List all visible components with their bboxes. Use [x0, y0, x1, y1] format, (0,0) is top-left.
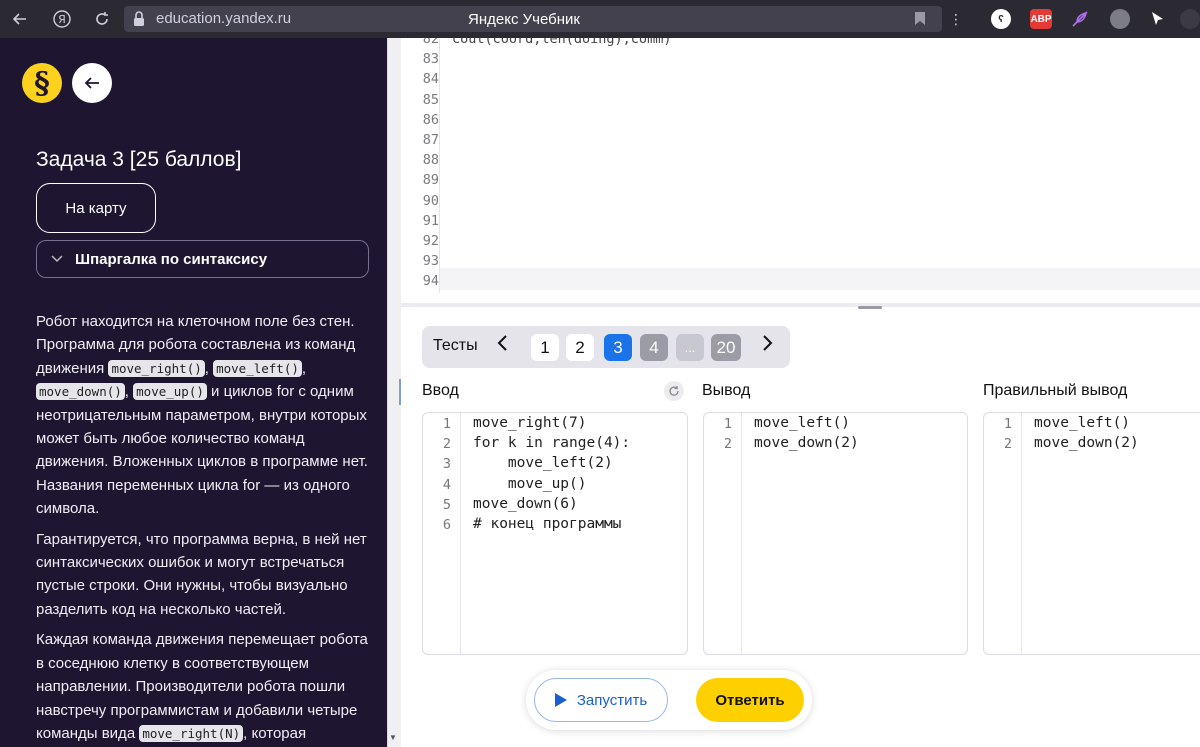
code-line: cout(coord,len(doing),comm)	[452, 38, 672, 47]
chevron-left-icon[interactable]	[496, 333, 508, 359]
line-number: 93	[422, 253, 439, 270]
task-description: Робот находится на клеточном поле без ст…	[36, 310, 371, 747]
svg-text:Я: Я	[58, 13, 66, 26]
code-snippet: move_down()	[36, 383, 125, 401]
line-number: 5	[442, 496, 451, 513]
chevron-right-icon[interactable]	[762, 333, 774, 359]
line-number: 87	[422, 132, 439, 148]
logo-icon[interactable]: §	[22, 63, 62, 103]
reload-icon[interactable]	[90, 7, 114, 31]
line-number: 4	[442, 476, 451, 493]
code-line: move_down(2)	[1034, 435, 1139, 452]
paragraph: Робот находится на клеточном поле без ст…	[36, 313, 368, 518]
code-line: move_left()	[754, 415, 851, 431]
correct-output-box[interactable]: 1 move_left() 2 move_down(2)	[983, 412, 1200, 655]
adblock-icon[interactable]: ABP	[1030, 9, 1052, 29]
test-button-2[interactable]: 2	[566, 334, 594, 361]
test-button-ellipsis[interactable]: ...	[676, 334, 704, 361]
answer-button[interactable]: Ответить	[696, 678, 804, 722]
input-box[interactable]: 1 move_right(7) 2 for k in range(4): 3 move_…	[422, 412, 688, 655]
refresh-icon[interactable]	[664, 381, 684, 401]
code-snippet: move_right()	[108, 359, 205, 377]
test-button-4[interactable]: 4	[640, 334, 668, 361]
back-button[interactable]	[72, 63, 112, 103]
code-snippet: move_left()	[213, 359, 302, 377]
run-button[interactable]: Запустить	[534, 678, 668, 722]
code-line: move_down(6)	[473, 495, 578, 512]
gutter-divider	[439, 38, 440, 293]
line-number: 3	[442, 456, 451, 473]
arrow-left-icon	[84, 77, 99, 89]
line-number: 6	[442, 517, 451, 533]
focus-indicator	[399, 379, 401, 405]
resize-handle[interactable]	[858, 306, 882, 309]
line-number: 89	[422, 172, 439, 189]
code-snippet: move_up()	[133, 383, 207, 401]
line-number: 1	[1003, 416, 1012, 432]
back-arrow-icon[interactable]	[8, 7, 32, 31]
feather-icon[interactable]	[1070, 9, 1090, 29]
workspace: cout(coord,len(doing),comm) 82 83 84 85 86 87…	[401, 38, 1200, 747]
input-title: Ввод	[422, 382, 459, 399]
yandex-browser-icon[interactable]: Я	[50, 7, 74, 31]
test-button-3[interactable]: 3	[604, 334, 632, 361]
line-number: 2	[442, 436, 451, 453]
code-line: for k in range(4):	[473, 435, 631, 452]
editor-divider[interactable]	[401, 303, 1200, 307]
play-icon	[554, 693, 567, 707]
paragraph: Каждая команда движения перемещает робот…	[36, 631, 368, 742]
line-number: 86	[422, 111, 439, 128]
line-number: 1	[442, 416, 451, 432]
run-label: Запустить	[576, 691, 648, 709]
test-button-20[interactable]: 20	[711, 334, 741, 361]
line-number: 94	[422, 273, 439, 290]
code-line: # конец программы	[473, 516, 622, 532]
code-line: move_left()	[1034, 415, 1131, 431]
tests-bar: Тесты 1 2 3 4 ... 20	[422, 326, 790, 368]
line-number: 90	[422, 192, 439, 209]
line-number: 2	[723, 436, 732, 453]
tests-label: Тесты	[433, 337, 478, 354]
cheatsheet-label: Шпаргалка по синтаксису	[75, 250, 268, 268]
code-editor[interactable]: cout(coord,len(doing),comm) 82 83 84 85 86 87…	[401, 38, 1200, 293]
task-title: Задача 3 [25 баллов]	[36, 148, 242, 171]
line-number: 82	[422, 38, 439, 47]
line-number: 91	[422, 212, 439, 229]
line-number: 85	[422, 91, 439, 108]
line-number: 92	[422, 233, 439, 249]
cursor-icon[interactable]	[1148, 9, 1168, 29]
extension-circle-icon[interactable]: ʕ	[991, 9, 1011, 29]
code-line: move_left(2)	[473, 455, 613, 472]
line-number: 84	[422, 71, 439, 88]
output-box[interactable]: 1 move_left() 2 move_down(2)	[703, 412, 968, 655]
line-number: 88	[422, 152, 439, 169]
code-line: move_down(2)	[754, 435, 859, 452]
syntax-cheatsheet-toggle[interactable]: Шпаргалка по синтаксису	[36, 240, 369, 278]
page-title-tab: Яндекс Учебник	[468, 11, 580, 28]
extension-gray-icon[interactable]	[1110, 9, 1130, 29]
to-map-button[interactable]: На карту	[36, 183, 156, 233]
more-vertical-icon[interactable]: ⋮	[944, 7, 968, 31]
chevron-down-icon	[51, 252, 65, 266]
address-bar[interactable]: education.yandex.ru Яндекс Учебник	[124, 6, 942, 32]
task-sidebar: § Задача 3 [25 баллов] На карту Шпаргалк…	[0, 38, 387, 747]
correct-output-title: Правильный вывод	[983, 382, 1128, 399]
browser-toolbar: Я education.yandex.ru Яндекс Учебник ⋮ ʕ…	[0, 0, 1200, 38]
bookmark-icon[interactable]	[914, 11, 926, 26]
current-line-highlight	[440, 268, 1200, 290]
line-number: 1	[723, 416, 732, 432]
code-snippet: move_right(N)	[139, 724, 244, 742]
line-number: 2	[1003, 436, 1012, 453]
line-number: 83	[422, 51, 439, 68]
paragraph: Гарантируется, что программа верна, в не…	[36, 530, 367, 618]
test-button-1[interactable]: 1	[531, 334, 559, 361]
code-line: move_up()	[473, 475, 587, 492]
output-title: Вывод	[702, 382, 751, 399]
scroll-down-arrow-icon[interactable]: ▼	[389, 733, 397, 742]
code-line: move_right(7)	[473, 415, 587, 431]
action-bar: Запустить Ответить	[526, 670, 812, 730]
extension-dark-icon[interactable]	[1180, 9, 1200, 29]
